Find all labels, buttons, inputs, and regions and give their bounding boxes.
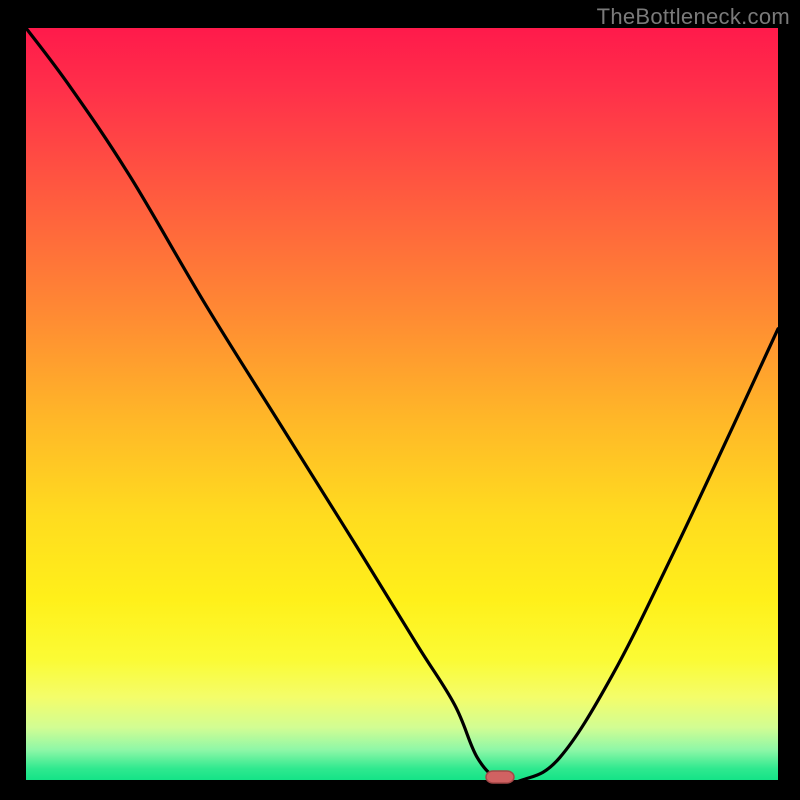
bottleneck-curve [26,28,778,780]
curve-path [26,28,778,783]
optimal-marker-shape [486,771,514,783]
optimal-marker [485,770,515,784]
plot-area [26,28,778,780]
chart-frame: TheBottleneck.com [0,0,800,800]
watermark-text: TheBottleneck.com [597,4,790,30]
